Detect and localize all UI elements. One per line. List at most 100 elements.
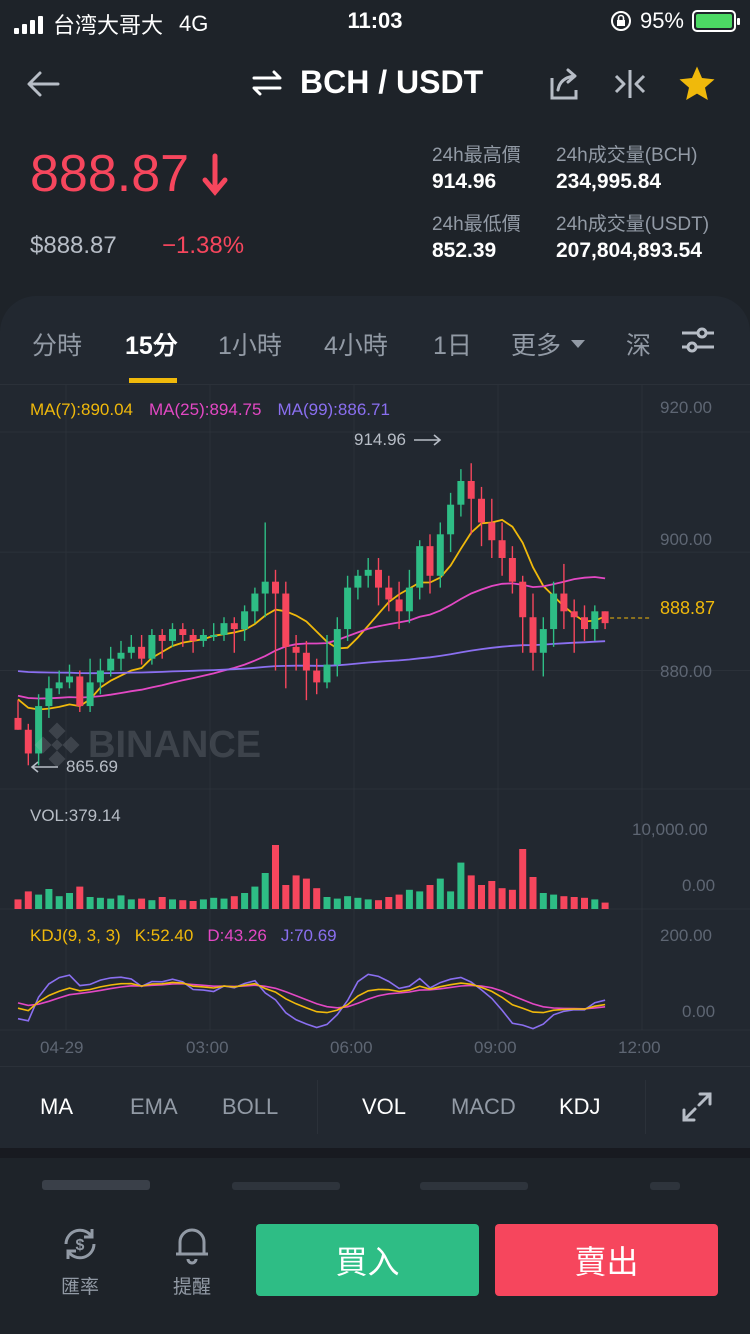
active-tab-indicator xyxy=(129,378,177,383)
kdj-axis-max: 200.00 xyxy=(660,926,712,945)
price-change: −1.38% xyxy=(162,232,245,259)
ma7-label: MA(7):890.04 xyxy=(30,400,133,419)
candle-body xyxy=(581,617,588,630)
volume-bar xyxy=(158,897,166,909)
candle-body xyxy=(591,611,599,630)
volume-bar xyxy=(560,896,568,909)
volume-bars xyxy=(14,845,609,909)
compare-icon[interactable] xyxy=(612,68,648,100)
candle-body xyxy=(117,652,125,659)
candle-body xyxy=(292,646,300,653)
status-right: 95% xyxy=(610,8,740,34)
candle-body xyxy=(24,729,32,754)
ma-legend: MA(7):890.04 MA(25):894.75 MA(99):886.71 xyxy=(30,400,390,420)
candle-body xyxy=(96,670,104,683)
volume-bar xyxy=(272,845,279,909)
candle-body xyxy=(272,581,279,594)
volume-bar xyxy=(591,899,599,909)
favorite-star-icon[interactable] xyxy=(676,64,718,104)
battery-percent: 95% xyxy=(639,8,684,33)
kdj-axis-zero: 0.00 xyxy=(682,1002,716,1021)
chart-settings-icon[interactable] xyxy=(680,326,716,354)
indicator-macd[interactable]: MACD xyxy=(451,1094,516,1120)
candle-body xyxy=(302,652,310,671)
tab-15m[interactable]: 15分 xyxy=(125,326,178,362)
indicator-separator xyxy=(317,1080,318,1134)
volume-bar xyxy=(35,894,43,909)
time-axis-1: 03:00 xyxy=(186,1038,229,1057)
indicator-vol[interactable]: VOL xyxy=(362,1094,406,1120)
indicator-ema[interactable]: EMA xyxy=(130,1094,178,1120)
candle-body xyxy=(375,569,382,588)
candle-body xyxy=(550,593,558,630)
pair-title: BCH / USDT xyxy=(300,64,484,100)
candle-body xyxy=(364,569,372,576)
candle-body xyxy=(86,682,94,707)
arrow-right-icon xyxy=(414,434,442,446)
share-icon[interactable] xyxy=(546,66,582,102)
candle-body xyxy=(251,593,259,612)
candle-body xyxy=(282,593,290,647)
fullscreen-icon[interactable] xyxy=(680,1090,714,1124)
tab-time[interactable]: 分時 xyxy=(32,326,82,362)
svg-text:$: $ xyxy=(76,1237,85,1254)
exchange-rate-button[interactable]: $ 匯率 xyxy=(40,1222,120,1299)
vol-axis-max: 10,000.00 xyxy=(632,820,708,839)
volume-bar xyxy=(199,899,207,909)
candle-body xyxy=(220,623,228,635)
volume-bar xyxy=(529,877,537,909)
volume-bar xyxy=(426,885,434,909)
volume-bar xyxy=(416,891,424,909)
volume-bar xyxy=(189,901,197,909)
tab-depth[interactable]: 深 xyxy=(626,326,650,362)
candle-body xyxy=(478,498,485,523)
back-arrow-icon[interactable] xyxy=(24,64,64,104)
buy-button[interactable]: 買入 xyxy=(256,1224,479,1296)
candle-body xyxy=(333,629,341,665)
orientation-lock-icon xyxy=(610,11,631,31)
candle-body xyxy=(261,581,269,594)
candle-body xyxy=(405,587,413,612)
price-alert-button[interactable]: 提醒 xyxy=(152,1222,232,1299)
caret-down-icon xyxy=(571,340,586,348)
indicator-boll[interactable]: BOLL xyxy=(222,1094,278,1120)
volume-bar xyxy=(148,900,156,909)
last-price-value: 888.87 xyxy=(30,145,190,203)
candle-body xyxy=(426,546,434,576)
vol-bch-label: 24h成交量(BCH) xyxy=(556,145,698,166)
indicator-ma[interactable]: MA xyxy=(40,1094,73,1120)
interval-tabs: 分時 15分 1小時 4小時 1日 更多 深 xyxy=(0,296,750,384)
nav-bar: BCH / USDT xyxy=(0,44,750,124)
candle-body xyxy=(508,558,516,582)
vol-axis-zero: 0.00 xyxy=(682,876,716,895)
candle-body xyxy=(344,587,352,630)
volume-bar xyxy=(570,897,578,909)
ma25-line xyxy=(17,576,606,700)
volume-bar xyxy=(344,896,352,909)
ma99-line xyxy=(17,640,606,675)
volume-bar xyxy=(601,902,609,909)
tab-more[interactable]: 更多 xyxy=(511,326,587,362)
volume-bar xyxy=(313,888,321,909)
indicator-kdj[interactable]: KDJ xyxy=(559,1094,601,1120)
volume-bar xyxy=(210,897,218,909)
volume-bar xyxy=(127,899,135,909)
tab-1h[interactable]: 1小時 xyxy=(218,326,282,362)
candle-body xyxy=(55,682,63,689)
volume-bar xyxy=(138,898,146,909)
last-price: 888.87 xyxy=(30,144,231,204)
candle-body xyxy=(416,546,424,588)
ma7-line xyxy=(17,518,606,711)
volume-bar xyxy=(405,889,413,909)
kdj-label: KDJ(9, 3, 3) xyxy=(30,926,121,945)
pair-selector[interactable]: BCH / USDT xyxy=(250,64,483,101)
tab-4h[interactable]: 4小時 xyxy=(324,326,388,362)
candle-body xyxy=(230,623,238,630)
indicator-divider-top xyxy=(0,1066,750,1067)
tab-more-label: 更多 xyxy=(511,332,562,360)
sell-button[interactable]: 賣出 xyxy=(495,1224,718,1296)
volume-bar xyxy=(24,891,32,909)
tab-1d[interactable]: 1日 xyxy=(433,326,472,362)
volume-bar xyxy=(539,893,547,909)
volume-bar xyxy=(169,899,176,909)
